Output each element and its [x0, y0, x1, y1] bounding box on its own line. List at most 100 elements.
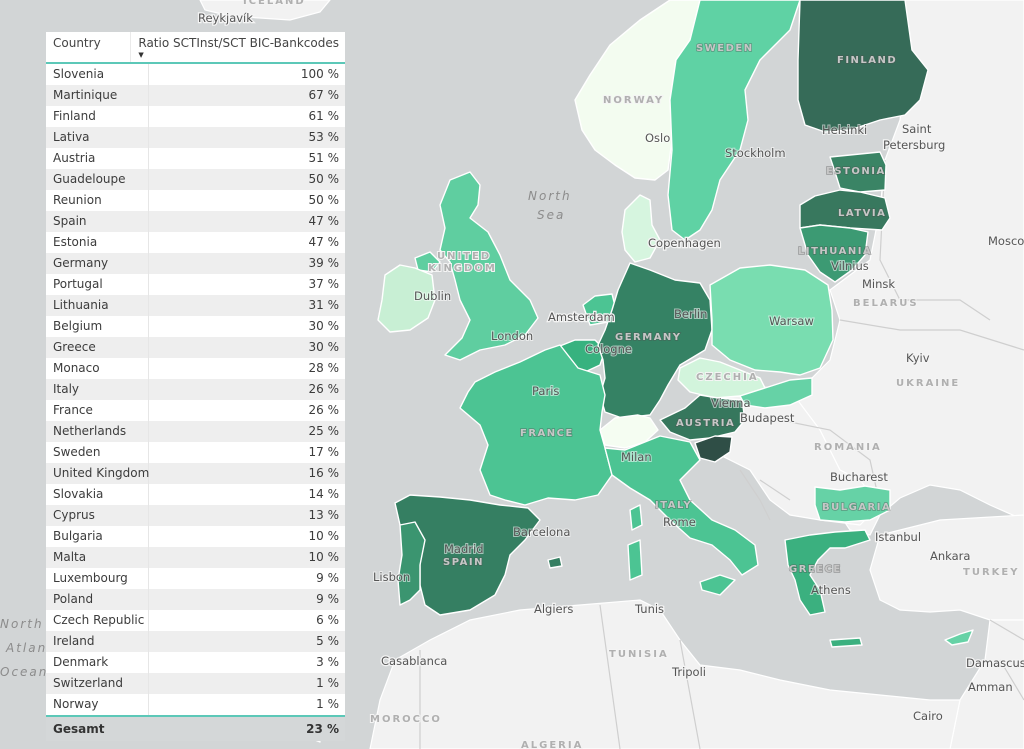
label-austria: AUSTRIA [676, 418, 735, 429]
table-row[interactable]: France 26 % [46, 400, 345, 421]
cell-country: Poland [46, 589, 149, 610]
table-row[interactable]: United Kingdom 16 % [46, 463, 345, 484]
label-helsinki: Helsinki [822, 123, 867, 137]
label-iceland: ICELAND [243, 0, 306, 7]
label-oslo: Oslo [645, 131, 670, 145]
cell-ratio: 1 % [316, 697, 339, 711]
label-romania: ROMANIA [814, 442, 882, 453]
country-denmark[interactable] [621, 194, 661, 263]
label-minsk: Minsk [862, 277, 895, 291]
cell-ratio: 14 % [308, 487, 340, 501]
label-rome: Rome [663, 515, 696, 529]
sort-descending-icon[interactable]: ▼ [138, 51, 143, 59]
cell-ratio: 9 % [316, 571, 339, 585]
cell-country: Estonia [46, 232, 149, 253]
cell-country: Guadeloupe [46, 169, 149, 190]
label-copenhagen: Copenhagen [648, 236, 721, 250]
cell-ratio: 50 % [308, 193, 340, 207]
cell-country: Finland [46, 106, 149, 127]
label-istanbul: Istanbul [875, 530, 921, 544]
table-row[interactable]: Estonia 47 % [46, 232, 345, 253]
table-row[interactable]: Cyprus 13 % [46, 505, 345, 526]
cell-ratio: 3 % [316, 655, 339, 669]
column-header-ratio[interactable]: Ratio SCTInst/SCT BIC-Bankcodes ▼ [131, 32, 345, 62]
table-row[interactable]: Lithuania 31 % [46, 295, 345, 316]
cell-ratio: 26 % [308, 403, 340, 417]
cell-ratio: 37 % [308, 277, 340, 291]
label-stockholm: Stockholm [725, 146, 786, 160]
cell-country: Czech Republic [46, 610, 149, 631]
table-row[interactable]: Czech Republic 6 % [46, 610, 345, 631]
cell-ratio: 61 % [308, 109, 340, 123]
table-row[interactable]: Luxembourg 9 % [46, 568, 345, 589]
table-row[interactable]: Slovenia 100 % [46, 64, 345, 85]
label-athens: Athens [811, 583, 851, 597]
label-vilnius: Vilnius [831, 259, 869, 273]
label-spain: SPAIN [443, 557, 484, 568]
cell-ratio: 10 % [308, 550, 340, 564]
table-row[interactable]: Guadeloupe 50 % [46, 169, 345, 190]
cell-country: Reunion [46, 190, 149, 211]
table-row[interactable]: Sweden 17 % [46, 442, 345, 463]
cell-ratio: 17 % [308, 445, 340, 459]
table-row[interactable]: Bulgaria 10 % [46, 526, 345, 547]
cell-ratio: 5 % [316, 634, 339, 648]
label-berlin: Berlin [674, 307, 707, 321]
table-row[interactable]: Netherlands 25 % [46, 421, 345, 442]
label-finland: FINLAND [837, 55, 897, 66]
table-row[interactable]: Switzerland 1 % [46, 673, 345, 694]
total-value: 23 % [306, 722, 339, 736]
table-row[interactable]: Ireland 5 % [46, 631, 345, 652]
column-header-country[interactable]: Country [46, 32, 132, 62]
label-tunisia: TUNISIA [609, 649, 669, 660]
table-row[interactable]: Reunion 50 % [46, 190, 345, 211]
cell-country: Slovakia [46, 484, 149, 505]
label-cologne: Cologne [585, 342, 632, 356]
table-total-row: Gesamt 23 % [46, 715, 345, 741]
table-row[interactable]: Norway 1 % [46, 694, 345, 715]
total-label: Gesamt [53, 722, 105, 736]
table-row[interactable]: Finland 61 % [46, 106, 345, 127]
cell-ratio: 16 % [308, 466, 340, 480]
label-petersburg: Petersburg [883, 138, 945, 152]
cell-ratio: 6 % [316, 613, 339, 627]
table-row[interactable]: Lativa 53 % [46, 127, 345, 148]
table-row[interactable]: Monaco 28 % [46, 358, 345, 379]
table-row[interactable]: Slovakia 14 % [46, 484, 345, 505]
cell-country: Switzerland [46, 673, 149, 694]
table-row[interactable]: Portugal 37 % [46, 274, 345, 295]
label-lisbon: Lisbon [373, 570, 410, 584]
table-row[interactable]: Greece 30 % [46, 337, 345, 358]
cell-ratio: 100 % [300, 67, 339, 81]
table-row[interactable]: Austria 51 % [46, 148, 345, 169]
label-damascus: Damascus [966, 656, 1024, 670]
label-czechia: CZECHIA [696, 372, 759, 383]
table-row[interactable]: Malta 10 % [46, 547, 345, 568]
label-cairo: Cairo [913, 709, 943, 723]
cell-country: France [46, 400, 149, 421]
cell-country: Monaco [46, 358, 149, 379]
cell-ratio: 39 % [308, 256, 340, 270]
label-milan: Milan [621, 450, 652, 464]
country-portugal[interactable] [397, 521, 426, 606]
label-london: London [491, 329, 533, 343]
cell-country: Italy [46, 379, 149, 400]
table-row[interactable]: Martinique 67 % [46, 85, 345, 106]
label-algiers: Algiers [534, 602, 573, 616]
table-row[interactable]: Italy 26 % [46, 379, 345, 400]
label-kingdom: KINGDOM [428, 263, 497, 274]
country-cyprus[interactable] [944, 629, 974, 646]
table-row[interactable]: Spain 47 % [46, 211, 345, 232]
cell-country: Germany [46, 253, 149, 274]
table-row[interactable]: Poland 9 % [46, 589, 345, 610]
label-moscow: Mosco [988, 234, 1024, 248]
label-estonia: ESTONIA [826, 166, 886, 177]
cell-ratio: 47 % [308, 214, 340, 228]
table-row[interactable]: Denmark 3 % [46, 652, 345, 673]
table-row[interactable]: Germany 39 % [46, 253, 345, 274]
label-united: UNITED [437, 251, 491, 262]
cell-country: Spain [46, 211, 149, 232]
label-sweden: SWEDEN [696, 43, 754, 54]
table-row[interactable]: Belgium 30 % [46, 316, 345, 337]
label-tunis: Tunis [634, 602, 664, 616]
